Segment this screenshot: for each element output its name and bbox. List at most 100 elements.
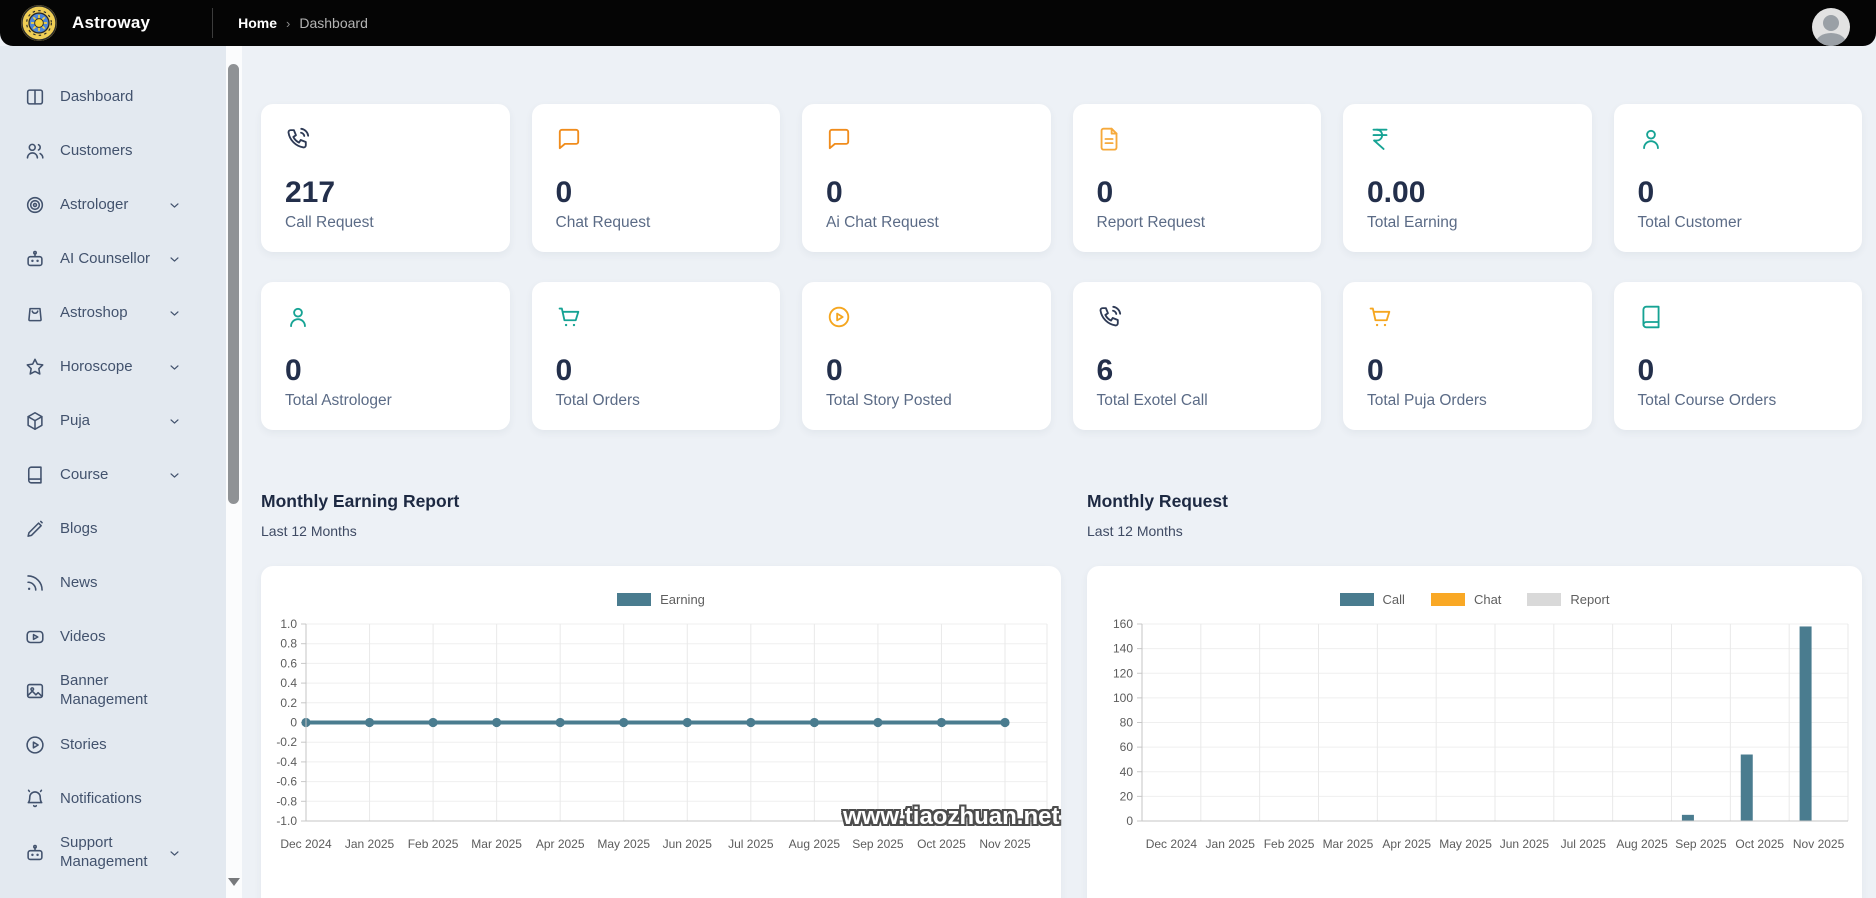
sidebar-scrollbar-thumb[interactable] (228, 64, 239, 504)
svg-text:0.6: 0.6 (280, 656, 297, 670)
svg-text:Nov 2025: Nov 2025 (979, 837, 1031, 851)
sidebar-item-banner-management[interactable]: Banner Management (0, 664, 226, 718)
top-header: Astroway Home › Dashboard (0, 0, 1876, 46)
rupee-icon (1367, 126, 1568, 153)
stat-value: 0 (555, 176, 573, 209)
request-section-subtitle: Last 12 Months (1087, 523, 1183, 539)
request-chart-legend: Call Chat Report (1087, 592, 1862, 607)
chevron-down-icon (167, 198, 182, 213)
svg-text:Apr 2025: Apr 2025 (1382, 837, 1431, 851)
sidebar-item-label: Notifications (60, 789, 142, 807)
stat-label: Total Course Orders (1637, 392, 1777, 409)
ai-counsellor-icon (27, 250, 43, 267)
monthly-request-chart-card: Call Chat Report 160 140 120 100 80 60 40 20 0 De… (1087, 566, 1862, 898)
main-content: 217 Call Request 0 Chat Request 0 Ai Cha… (242, 46, 1876, 898)
svg-text:Dec 2024: Dec 2024 (280, 837, 332, 851)
breadcrumb: Home › Dashboard (238, 15, 368, 31)
stat-label: Total Orders (555, 392, 640, 409)
legend-item-report: Report (1527, 592, 1609, 607)
sidebar-item-astrologer[interactable]: Astrologer (0, 178, 226, 232)
puja-icon (27, 411, 43, 431)
svg-text:0: 0 (290, 716, 297, 730)
sidebar-item-label: Support Management (60, 834, 148, 870)
sidebar-item-support-management[interactable]: Support Management (0, 826, 226, 880)
svg-text:Sep 2025: Sep 2025 (1675, 837, 1727, 851)
svg-text:Feb 2025: Feb 2025 (1264, 837, 1315, 851)
stat-value: 6 (1096, 354, 1114, 387)
sidebar-item-label: Astrologer (60, 195, 129, 213)
stat-value: 0 (285, 354, 302, 387)
svg-text:0.2: 0.2 (280, 696, 297, 710)
sidebar-item-label: Horoscope (60, 357, 133, 375)
sidebar-item-horoscope[interactable]: Horoscope (0, 340, 226, 394)
svg-text:Jul 2025: Jul 2025 (728, 837, 774, 851)
stat-value: 0 (1637, 354, 1655, 387)
stat-card-call-request: 217 Call Request (261, 104, 510, 264)
sidebar-item-puja[interactable]: Puja (0, 394, 226, 448)
svg-text:Oct 2025: Oct 2025 (917, 837, 966, 851)
user-avatar[interactable] (1812, 8, 1850, 46)
blogs-icon (27, 520, 43, 537)
astroshop-icon (28, 307, 42, 322)
sidebar-item-blogs[interactable]: Blogs (0, 502, 226, 556)
svg-text:Jul 2025: Jul 2025 (1561, 837, 1607, 851)
sidebar-scrollbar[interactable] (226, 46, 242, 898)
breadcrumb-home-link[interactable]: Home (238, 15, 277, 31)
chevron-down-icon (167, 468, 182, 483)
svg-text:-0.2: -0.2 (276, 735, 297, 749)
svg-text:Aug 2025: Aug 2025 (789, 837, 841, 851)
legend-item-earning: Earning (617, 592, 705, 607)
svg-text:Jan 2025: Jan 2025 (1206, 837, 1256, 851)
sidebar-item-stories[interactable]: Stories (0, 718, 226, 772)
support-management-icon (27, 844, 43, 861)
stat-label: Total Story Posted (826, 392, 952, 409)
sidebar-scroll-down-arrow[interactable] (228, 878, 240, 886)
sidebar-item-customers[interactable]: Customers (0, 124, 226, 178)
earning-section-title: Monthly Earning Report (261, 491, 460, 511)
chevron-down-icon (167, 306, 182, 321)
svg-text:May 2025: May 2025 (1439, 837, 1492, 851)
monthly-earning-column: Monthly Earning Report Last 12 Months Ea… (261, 490, 1061, 898)
breadcrumb-current: Dashboard (299, 15, 368, 31)
stat-value: 0 (555, 354, 573, 387)
svg-text:0.4: 0.4 (280, 676, 297, 690)
sidebar-item-label: Dashboard (60, 87, 134, 105)
sidebar-item-ai-counsellor[interactable]: AI Counsellor (0, 232, 226, 286)
sidebar-item-astroshop[interactable]: Astroshop (0, 286, 226, 340)
user-icon (285, 304, 486, 331)
svg-text:Mar 2025: Mar 2025 (1323, 837, 1374, 851)
request-bar-chart: 160 140 120 100 80 60 40 20 0 Dec 2024 Jan 2025 Feb… (1087, 616, 1862, 866)
svg-text:140: 140 (1113, 642, 1133, 656)
stat-value: 0 (826, 176, 843, 209)
svg-text:-0.4: -0.4 (276, 755, 297, 769)
svg-text:Jan 2025: Jan 2025 (345, 837, 395, 851)
astrologer-icon (26, 196, 44, 214)
svg-text:20: 20 (1120, 789, 1134, 803)
stat-label: Call Request (285, 214, 374, 231)
stat-label: Total Customer (1637, 214, 1742, 231)
charts-section: Monthly Earning Report Last 12 Months Ea… (261, 490, 1862, 898)
svg-text:Feb 2025: Feb 2025 (408, 837, 459, 851)
monthly-request-column: Monthly Request Last 12 Months Call Chat… (1087, 490, 1862, 898)
stat-value: 0 (1367, 354, 1384, 387)
stat-card-total-orders: 0 Total Orders (531, 282, 780, 442)
svg-text:Nov 2025: Nov 2025 (1793, 837, 1845, 851)
sidebar-item-dashboard[interactable]: Dashboard (0, 70, 226, 124)
sidebar-item-videos[interactable]: Videos (0, 610, 226, 664)
svg-text:100: 100 (1113, 691, 1133, 705)
sidebar-item-label: Course (60, 465, 109, 483)
sidebar-item-label: Puja (60, 411, 91, 429)
legend-item-chat: Chat (1430, 592, 1501, 607)
sidebar-item-course[interactable]: Course (0, 448, 226, 502)
stat-label: Chat Request (555, 214, 651, 231)
sidebar-item-notifications[interactable]: Notifications (0, 772, 226, 826)
chevron-down-icon (167, 846, 182, 861)
sidebar-item-news[interactable]: News (0, 556, 226, 610)
horoscope-icon (26, 358, 44, 375)
chevron-down-icon (167, 414, 182, 429)
chat-icon (826, 126, 1027, 153)
stat-value: 217 (285, 176, 336, 209)
stat-value: 0.00 (1367, 176, 1426, 209)
stories-icon (26, 736, 44, 754)
stat-cards-grid: 217 Call Request 0 Chat Request 0 Ai Cha… (261, 104, 1862, 442)
